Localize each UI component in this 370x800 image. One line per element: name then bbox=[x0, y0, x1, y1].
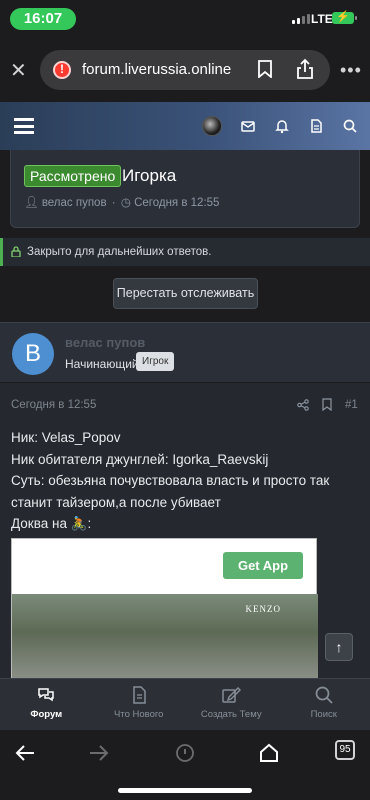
unwatch-button[interactable]: Перестать отслеживать bbox=[113, 278, 258, 309]
scroll-top-button[interactable]: ↑ bbox=[325, 633, 353, 661]
clock-icon: ◷ bbox=[120, 197, 131, 209]
edit-icon bbox=[222, 687, 242, 703]
video-watermark: KENZO bbox=[245, 604, 281, 614]
user-avatar[interactable] bbox=[202, 116, 222, 136]
embedded-media: Get App KENZO bbox=[11, 538, 318, 679]
status-badge: Рассмотрено bbox=[24, 165, 122, 187]
forum-header bbox=[0, 102, 370, 150]
document-icon[interactable] bbox=[308, 118, 324, 134]
search-icon[interactable] bbox=[342, 118, 358, 134]
thread-title: Игорка bbox=[122, 166, 177, 185]
reader-icon[interactable] bbox=[174, 742, 196, 764]
thread-author[interactable]: велас пупов bbox=[42, 197, 107, 209]
bookmark-icon[interactable] bbox=[258, 60, 272, 78]
thread-header: Рассмотрено Игорка 👤︎ велас пупов · ◷ Се… bbox=[10, 150, 360, 228]
post-number[interactable]: #1 bbox=[345, 399, 358, 411]
post-line: Суть: обезьяна почувствовала власть и пр… bbox=[11, 473, 330, 510]
closed-notice: Закрыто для дальнейших ответов. bbox=[0, 238, 370, 266]
status-bar: 16:07 LTE ⚡ bbox=[0, 0, 370, 36]
user-title: Начинающий bbox=[65, 357, 139, 371]
home-icon[interactable] bbox=[258, 742, 280, 764]
search-icon bbox=[315, 686, 333, 704]
post-date[interactable]: Сегодня в 12:55 bbox=[11, 399, 96, 411]
bottom-tab-bar: Форум Что Нового Создать Тему Поиск bbox=[0, 678, 370, 730]
thread-meta: 👤︎ велас пупов · ◷ Сегодня в 12:55 bbox=[24, 197, 220, 209]
url-text[interactable]: forum.liverussia.online bbox=[82, 61, 231, 78]
get-app-button[interactable]: Get App bbox=[223, 552, 303, 579]
comments-icon bbox=[38, 688, 54, 702]
back-arrow-icon[interactable] bbox=[14, 742, 36, 764]
tab-label: Форум bbox=[30, 709, 63, 720]
tab-create-thread[interactable]: Создать Тему bbox=[185, 679, 278, 730]
mail-icon[interactable] bbox=[240, 118, 256, 134]
thread-date[interactable]: Сегодня в 12:55 bbox=[134, 197, 219, 209]
document-icon bbox=[133, 686, 146, 704]
post-line: Доква на 🚴: bbox=[11, 516, 92, 531]
status-time: 16:07 bbox=[10, 8, 76, 30]
home-indicator bbox=[118, 788, 252, 793]
closed-notice-text: Закрыто для дальнейших ответов. bbox=[27, 246, 212, 258]
forward-arrow-icon[interactable] bbox=[88, 742, 110, 764]
bell-icon[interactable] bbox=[274, 118, 290, 134]
lock-icon bbox=[11, 246, 21, 257]
tab-label: Поиск bbox=[310, 709, 337, 720]
address-bar[interactable]: forum.liverussia.online bbox=[40, 50, 330, 90]
share-icon[interactable] bbox=[296, 58, 314, 80]
user-banner: Игрок bbox=[136, 352, 175, 371]
tab-label: Что Нового bbox=[114, 709, 164, 720]
browser-toolbar: ✕ forum.liverussia.online ••• bbox=[0, 36, 370, 102]
battery-icon: ⚡ bbox=[332, 11, 357, 24]
user-icon: 👤︎ bbox=[24, 197, 39, 209]
tabs-button[interactable]: 95 bbox=[335, 740, 355, 760]
tab-forum[interactable]: Форум bbox=[0, 679, 93, 730]
post-body: Сегодня в 12:55 #1 Ник: Velas_Popov Ник … bbox=[0, 383, 370, 679]
bookmark-icon[interactable] bbox=[322, 398, 332, 411]
tab-whats-new[interactable]: Что Нового bbox=[93, 679, 186, 730]
network-label: LTE bbox=[311, 12, 333, 26]
tab-search[interactable]: Поиск bbox=[278, 679, 370, 730]
signal-icon bbox=[292, 14, 310, 24]
close-icon[interactable]: ✕ bbox=[10, 58, 27, 83]
share-icon[interactable] bbox=[297, 399, 309, 411]
post-content: Ник: Velas_Popov Ник обитателя джунглей:… bbox=[11, 427, 361, 535]
avatar[interactable]: B bbox=[12, 333, 54, 375]
menu-icon[interactable] bbox=[14, 118, 34, 134]
more-icon[interactable]: ••• bbox=[340, 60, 362, 81]
tab-label: Создать Тему bbox=[200, 709, 262, 720]
post-author[interactable]: велас пупов bbox=[65, 335, 145, 350]
browser-nav-bar: 95 bbox=[0, 730, 370, 800]
post-user-block: B велас пупов Начинающий Игрок bbox=[0, 322, 370, 382]
warning-icon[interactable] bbox=[53, 61, 71, 79]
post-line: Ник: Velas_Popov bbox=[11, 430, 121, 445]
video-thumbnail[interactable]: KENZO bbox=[12, 594, 318, 679]
post-line: Ник обитателя джунглей: Igorka_Raevskij bbox=[11, 451, 269, 467]
